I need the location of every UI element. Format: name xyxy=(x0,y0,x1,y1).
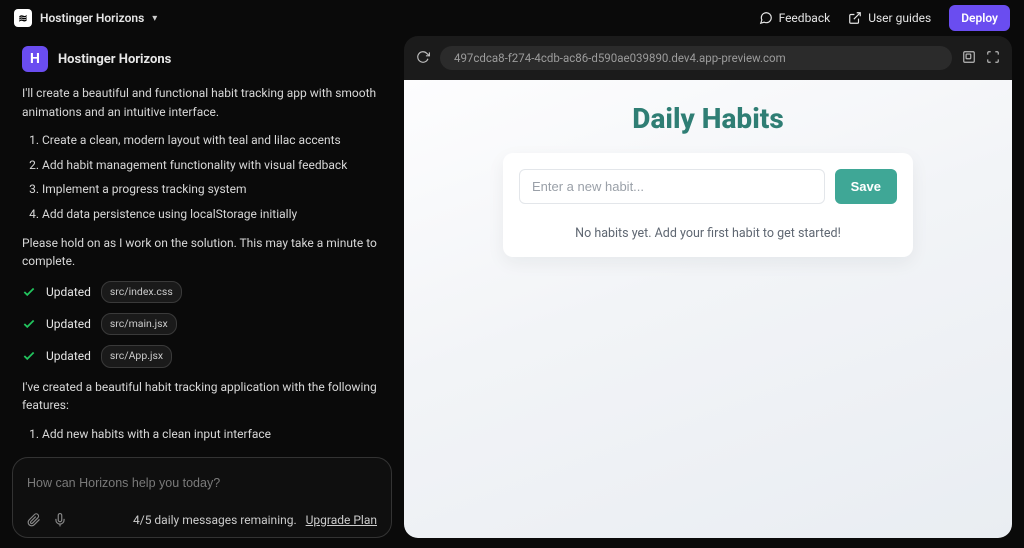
assistant-intro: I'll create a beautiful and functional h… xyxy=(22,84,382,121)
main: H Hostinger Horizons I'll create a beaut… xyxy=(0,36,1024,548)
assistant-logo-icon: H xyxy=(22,46,48,72)
update-label: Updated xyxy=(46,315,91,334)
deploy-label: Deploy xyxy=(961,11,998,25)
feedback-label: Feedback xyxy=(779,11,831,25)
app-preview[interactable]: Daily Habits Save No habits yet. Add you… xyxy=(404,80,1012,538)
open-external-icon xyxy=(962,50,976,64)
user-guides-label: User guides xyxy=(868,11,931,25)
assistant-header: H Hostinger Horizons xyxy=(12,36,392,84)
hold-on-msg: Please hold on as I work on the solution… xyxy=(22,234,382,271)
file-pill: src/index.css xyxy=(101,281,182,303)
preview-panel: 497cdca8-f274-4cdb-ac86-d590ae039890.dev… xyxy=(404,36,1012,538)
app-content: Daily Habits Save No habits yet. Add you… xyxy=(404,80,1012,279)
browser-bar: 497cdca8-f274-4cdb-ac86-d590ae039890.dev… xyxy=(404,36,1012,80)
update-label: Updated xyxy=(46,347,91,366)
plan-item: Implement a progress tracking system xyxy=(42,180,382,199)
file-pill: src/main.jsx xyxy=(101,313,177,335)
input-icon-row xyxy=(27,513,67,527)
user-guides-link[interactable]: User guides xyxy=(848,11,931,25)
quota-row: 4/5 daily messages remaining. Upgrade Pl… xyxy=(133,513,377,527)
plan-item: Add data persistence using localStorage … xyxy=(42,205,382,224)
attachment-icon[interactable] xyxy=(27,513,41,527)
brand-title: Hostinger Horizons xyxy=(40,11,144,25)
chat-input-footer: 4/5 daily messages remaining. Upgrade Pl… xyxy=(27,513,377,527)
plan-list: Create a clean, modern layout with teal … xyxy=(42,131,382,223)
feature-item: Mark habits as complete/incomplete with … xyxy=(42,449,382,451)
assistant-title: Hostinger Horizons xyxy=(58,52,171,67)
update-row: Updated src/App.jsx xyxy=(22,345,382,367)
features-intro: I've created a beautiful habit tracking … xyxy=(22,378,382,415)
habit-input-row: Save xyxy=(519,169,897,204)
quota-text: 4/5 daily messages remaining. xyxy=(133,513,297,527)
plan-item: Add habit management functionality with … xyxy=(42,156,382,175)
plan-item: Create a clean, modern layout with teal … xyxy=(42,131,382,150)
habit-input[interactable] xyxy=(519,169,825,204)
app-title: Daily Habits xyxy=(632,102,783,135)
feature-item: Add new habits with a clean input interf… xyxy=(42,425,382,444)
topbar: ≋ Hostinger Horizons ▾ Feedback User gui… xyxy=(0,0,1024,36)
chat-scroll[interactable]: I'll create a beautiful and functional h… xyxy=(12,84,392,451)
url-text: 497cdca8-f274-4cdb-ac86-d590ae039890.dev… xyxy=(454,51,786,65)
brand-area[interactable]: ≋ Hostinger Horizons ▾ xyxy=(14,9,157,27)
reload-icon xyxy=(416,50,430,64)
chat-input[interactable] xyxy=(27,476,377,490)
open-new-window-button[interactable] xyxy=(962,49,976,68)
update-row: Updated src/main.jsx xyxy=(22,313,382,335)
save-label: Save xyxy=(851,179,881,194)
deploy-button[interactable]: Deploy xyxy=(949,5,1010,31)
topbar-actions: Feedback User guides Deploy xyxy=(759,5,1010,31)
chevron-down-icon[interactable]: ▾ xyxy=(152,13,157,24)
fullscreen-button[interactable] xyxy=(986,49,1000,68)
empty-state-message: No habits yet. Add your first habit to g… xyxy=(519,226,897,241)
chat-panel: H Hostinger Horizons I'll create a beaut… xyxy=(12,36,392,538)
check-icon xyxy=(22,349,36,363)
external-link-icon xyxy=(848,11,862,25)
update-label: Updated xyxy=(46,283,91,302)
check-icon xyxy=(22,285,36,299)
chat-input-card: 4/5 daily messages remaining. Upgrade Pl… xyxy=(12,457,392,538)
microphone-icon[interactable] xyxy=(53,513,67,527)
feedback-link[interactable]: Feedback xyxy=(759,11,831,25)
update-row: Updated src/index.css xyxy=(22,281,382,303)
reload-button[interactable] xyxy=(416,49,430,68)
save-button[interactable]: Save xyxy=(835,169,897,204)
fullscreen-icon xyxy=(986,50,1000,64)
upgrade-plan-link[interactable]: Upgrade Plan xyxy=(306,513,377,527)
chat-icon xyxy=(759,11,773,25)
brand-logo-icon: ≋ xyxy=(14,9,32,27)
features-list: Add new habits with a clean input interf… xyxy=(42,425,382,451)
check-icon xyxy=(22,317,36,331)
url-bar[interactable]: 497cdca8-f274-4cdb-ac86-d590ae039890.dev… xyxy=(440,46,952,70)
habit-card: Save No habits yet. Add your first habit… xyxy=(503,153,913,257)
file-pill: src/App.jsx xyxy=(101,345,172,367)
